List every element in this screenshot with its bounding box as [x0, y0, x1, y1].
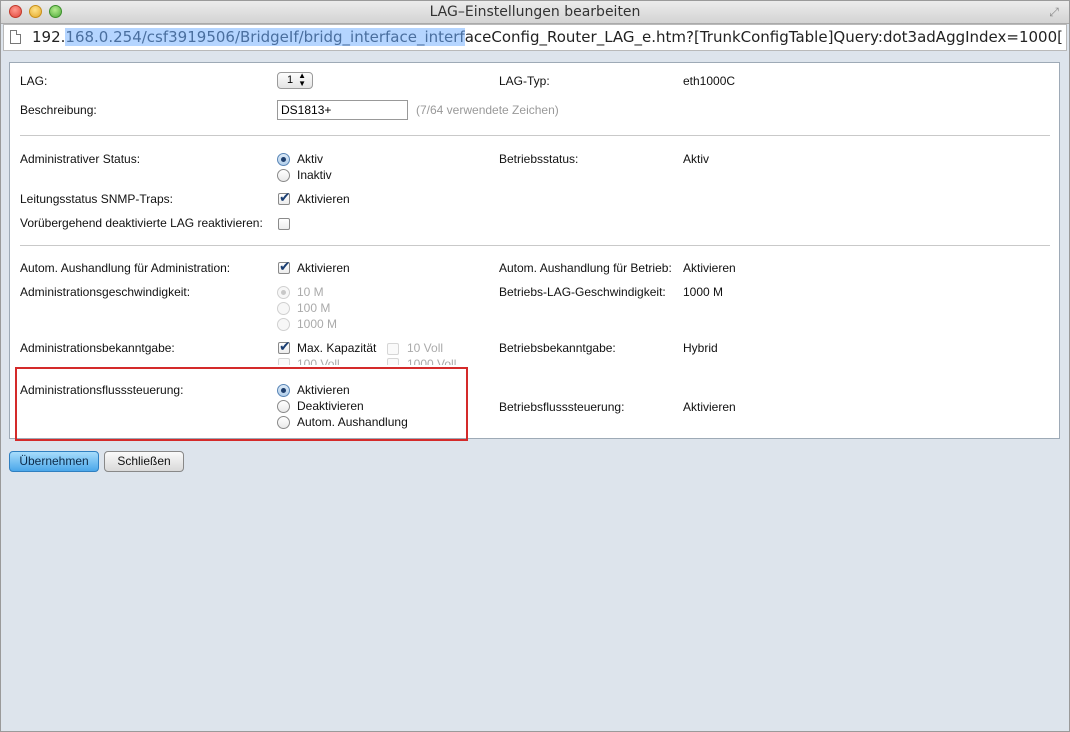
admin-adv-max-checkbox[interactable]: [278, 339, 291, 355]
flow-oper-label: Betriebsflusssteuerung:: [499, 400, 625, 414]
admin-adv-label: Administrationsbekanntgabe:: [20, 341, 175, 355]
reactivate-label: Vorübergehend deaktivierte LAG reaktivie…: [20, 216, 263, 230]
url-selected: 168.0.254/csf3919506/BridgeIf/bridg_inte…: [65, 28, 465, 46]
lag-select[interactable]: 1 ▲ ▼: [277, 72, 313, 89]
admin-status-inactive-label: Inaktiv: [297, 168, 332, 182]
lag-label: LAG:: [20, 74, 48, 88]
url-host: 192.: [32, 28, 66, 46]
title-bar: LAG–Einstellungen bearbeiten ⤢: [1, 1, 1069, 24]
admin-speed-100m-radio[interactable]: [277, 302, 290, 315]
admin-status-active-radio[interactable]: [277, 153, 290, 166]
flow-oper-value: Aktivieren: [683, 400, 736, 414]
admin-speed-label: Administrationsgeschwindigkeit:: [20, 285, 191, 299]
snmp-traps-check-label: Aktivieren: [297, 192, 350, 206]
address-bar[interactable]: 192.168.0.254/csf3919506/BridgeIf/bridg_…: [3, 24, 1067, 51]
lag-select-value: 1: [287, 74, 294, 86]
dialog-window: LAG–Einstellungen bearbeiten ⤢ 192.168.0…: [0, 0, 1070, 732]
oper-adv-label: Betriebsbekanntgabe:: [499, 341, 616, 355]
auto-neg-oper-label: Autom. Aushandlung für Betrieb:: [499, 261, 672, 275]
lag-type-value: eth1000C: [683, 74, 736, 88]
url-text[interactable]: 192.168.0.254/csf3919506/BridgeIf/bridg_…: [32, 28, 1062, 46]
oper-speed-value: 1000 M: [683, 285, 724, 299]
apply-button[interactable]: Übernehmen: [9, 451, 99, 472]
admin-adv-1000-label: 1000 Voll: [407, 357, 457, 365]
admin-adv-1000-checkbox[interactable]: [387, 358, 399, 365]
admin-adv-second-row: 100 Voll 1000 Voll: [277, 355, 477, 365]
admin-adv-10-checkbox[interactable]: [387, 343, 399, 355]
oper-status-value: Aktiv: [683, 152, 710, 166]
description-input[interactable]: [277, 100, 408, 120]
auto-neg-admin-check-label: Aktivieren: [297, 261, 350, 275]
highlight-box: [15, 367, 468, 441]
admin-adv-100-checkbox[interactable]: [278, 358, 290, 365]
admin-adv-100-label: 100 Voll: [297, 357, 340, 365]
divider: [20, 245, 1050, 246]
admin-speed-1000m-radio[interactable]: [277, 318, 290, 331]
oper-speed-label: Betriebs-LAG-Geschwindigkeit:: [499, 285, 666, 299]
select-arrows-icon: ▲ ▼: [298, 71, 306, 88]
admin-speed-10m-label: 10 M: [297, 285, 324, 299]
auto-neg-oper-value: Aktivieren: [683, 261, 736, 275]
admin-speed-1000m-label: 1000 M: [297, 317, 338, 331]
admin-speed-10m-radio[interactable]: [277, 286, 290, 299]
admin-speed-100m-label: 100 M: [297, 301, 331, 315]
divider: [20, 135, 1050, 136]
description-label: Beschreibung:: [20, 103, 97, 117]
url-rest: aceConfig_Router_LAG_e.htm?[TrunkConfigT…: [464, 28, 1062, 46]
admin-status-inactive-radio[interactable]: [277, 169, 290, 182]
auto-neg-admin-label: Autom. Aushandlung für Administration:: [20, 261, 231, 275]
lag-type-label: LAG-Typ:: [499, 74, 550, 88]
snmp-traps-label: Leitungsstatus SNMP-Traps:: [20, 192, 173, 206]
auto-neg-admin-checkbox[interactable]: [278, 259, 291, 275]
page-icon: [10, 30, 21, 44]
reactivate-checkbox[interactable]: [278, 218, 290, 230]
fullscreen-icon[interactable]: ⤢: [1047, 5, 1061, 19]
close-button[interactable]: Schließen: [104, 451, 184, 472]
admin-adv-max-label: Max. Kapazität: [297, 341, 377, 355]
admin-status-active-label: Aktiv: [297, 152, 324, 166]
admin-status-label: Administrativer Status:: [20, 152, 141, 166]
window-title: LAG–Einstellungen bearbeiten: [429, 4, 641, 20]
oper-status-label: Betriebsstatus:: [499, 152, 579, 166]
snmp-traps-checkbox[interactable]: [278, 190, 291, 206]
oper-adv-value: Hybrid: [683, 341, 718, 355]
admin-adv-10-label: 10 Voll: [407, 341, 444, 355]
description-hint: (7/64 verwendete Zeichen): [416, 103, 559, 117]
